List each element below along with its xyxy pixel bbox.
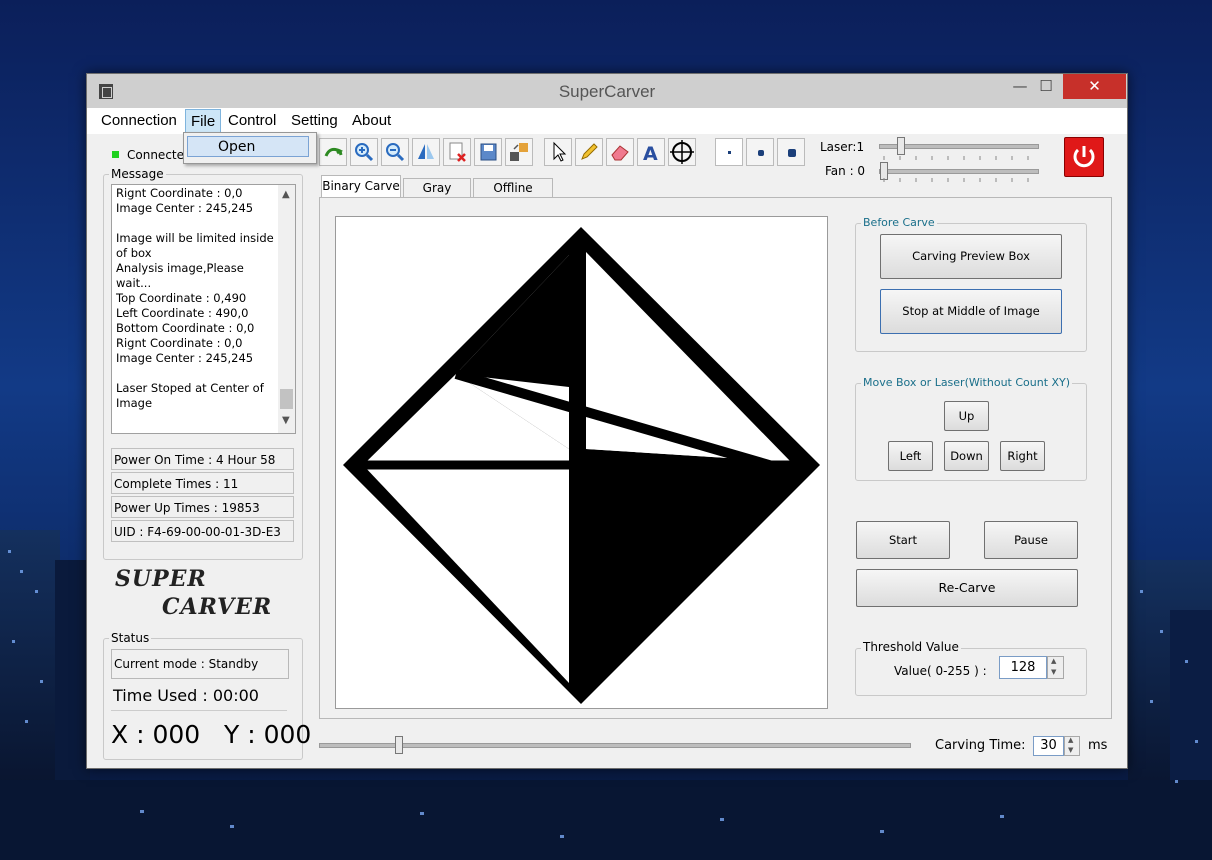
slider-ticks [883, 156, 1029, 182]
pencil-icon[interactable] [575, 138, 603, 166]
power-icon [1073, 146, 1095, 168]
title-bar: SuperCarver — ☐ ✕ [87, 74, 1127, 108]
tab-offline-carve[interactable]: Offline Carve [473, 178, 553, 214]
close-button[interactable]: ✕ [1063, 74, 1126, 99]
connection-status: Connected [127, 148, 192, 162]
menu-control[interactable]: Control [228, 112, 276, 129]
carving-time-input[interactable]: 30 [1033, 736, 1064, 756]
file-dropdown: Open [183, 132, 317, 164]
down-button[interactable]: Down [944, 441, 989, 471]
complete-times: Complete Times : 11 [111, 472, 294, 494]
point-size-medium[interactable] [746, 138, 774, 166]
carving-time-unit: ms [1088, 738, 1108, 753]
flip-icon[interactable] [412, 138, 440, 166]
refresh-icon[interactable] [319, 138, 347, 166]
laser-label: Laser:1 [820, 140, 865, 154]
message-log[interactable]: Rignt Coordinate : 0,0 Image Center : 24… [111, 184, 296, 434]
pointer-icon[interactable] [544, 138, 572, 166]
scroll-up-icon[interactable]: ▲ [282, 189, 290, 200]
threshold-value-label: Value( 0-255 ) : [894, 664, 987, 678]
threshold-input[interactable]: 128 [999, 656, 1047, 679]
log-line: Image [116, 396, 153, 410]
uid: UID : F4-69-00-00-01-3D-E3 [111, 520, 294, 542]
scroll-thumb[interactable] [280, 389, 293, 409]
current-mode: Current mode : Standby [111, 649, 289, 679]
carving-time-slider[interactable] [319, 743, 911, 748]
spin-down-icon[interactable]: ▼ [1068, 746, 1073, 754]
log-line: Left Coordinate : 490,0 [116, 306, 249, 320]
fan-label: Fan : 0 [825, 164, 866, 178]
tab-binary-carve[interactable]: Binary Carve [321, 175, 401, 197]
spin-down-icon[interactable]: ▼ [1051, 668, 1056, 676]
carve-image [343, 227, 820, 704]
maximize-button[interactable]: ☐ [1031, 74, 1061, 99]
right-button[interactable]: Right [1000, 441, 1045, 471]
power-on-time: Power On Time : 4 Hour 58 Min [111, 448, 294, 489]
log-line: wait... [116, 276, 152, 290]
point-size-small[interactable] [715, 138, 743, 166]
point-size-large[interactable] [777, 138, 805, 166]
carve-image-canvas[interactable] [335, 216, 828, 709]
status-label: Status [109, 631, 152, 645]
pause-button[interactable]: Pause [984, 521, 1078, 559]
zoom-in-icon[interactable] [350, 138, 378, 166]
carving-preview-button[interactable]: Carving Preview Box [880, 234, 1062, 279]
left-button[interactable]: Left [888, 441, 933, 471]
time-used: Time Used : 00:00 [111, 682, 287, 711]
log-line: Image will be limited inside [116, 231, 274, 245]
threshold-spinner[interactable]: ▲ ▼ [1047, 656, 1064, 679]
log-line: Rignt Coordinate : 0,0 [116, 186, 243, 200]
power-button[interactable] [1064, 137, 1104, 177]
log-line: Image Center : 245,245 [116, 201, 254, 215]
move-label: Move Box or Laser(Without Count XY) [861, 376, 1073, 389]
log-line: Image Center : 245,245 [116, 351, 254, 365]
menu-connection[interactable]: Connection [101, 112, 177, 129]
menu-item-open[interactable]: Open [187, 136, 309, 157]
log-line: Laser Stoped at Center of [116, 381, 264, 395]
logo-line2: CARVER [162, 594, 273, 620]
transform-icon[interactable] [505, 138, 533, 166]
log-line: of box [116, 246, 152, 260]
xy-coordinates: X : 000 Y : 000 [111, 720, 312, 749]
stop-middle-button[interactable]: Stop at Middle of Image [880, 289, 1062, 334]
window-title: SuperCarver [558, 82, 656, 101]
log-line: Bottom Coordinate : 0,0 [116, 321, 255, 335]
threshold-label: Threshold Value [861, 640, 961, 654]
menu-bar: Connection File Control Setting About [87, 108, 1127, 134]
spin-up-icon[interactable]: ▲ [1051, 657, 1056, 665]
message-scrollbar[interactable]: ▲ ▼ [278, 185, 295, 433]
message-label: Message [109, 167, 166, 181]
start-button[interactable]: Start [856, 521, 950, 559]
app-window: SuperCarver — ☐ ✕ Connection File Contro… [86, 73, 1128, 769]
crosshair-icon[interactable] [668, 138, 696, 166]
menu-about[interactable]: About [352, 112, 391, 129]
carving-time-slider-thumb[interactable] [394, 736, 403, 754]
log-line: Rignt Coordinate : 0,0 [116, 336, 243, 350]
up-button[interactable]: Up [944, 401, 989, 431]
delete-icon[interactable] [443, 138, 471, 166]
power-up-times: Power Up Times : 19853 [111, 496, 294, 518]
recarve-button[interactable]: Re-Carve [856, 569, 1078, 607]
zoom-out-icon[interactable] [381, 138, 409, 166]
menu-setting[interactable]: Setting [291, 112, 338, 129]
logo-line1: SUPER [115, 566, 207, 592]
log-line: Top Coordinate : 0,490 [116, 291, 247, 305]
spin-up-icon[interactable]: ▲ [1068, 736, 1073, 744]
tab-gray-carve[interactable]: Gray Carve [403, 178, 471, 214]
menu-file[interactable]: File [185, 109, 222, 134]
scroll-down-icon[interactable]: ▼ [282, 415, 290, 426]
carving-time-spinner[interactable]: ▲ ▼ [1064, 736, 1080, 756]
carving-time-label: Carving Time: [935, 738, 1026, 753]
before-carve-label: Before Carve [861, 216, 937, 229]
save-icon[interactable] [474, 138, 502, 166]
eraser-icon[interactable] [606, 138, 634, 166]
text-icon[interactable]: A [637, 138, 665, 166]
connection-status-icon [112, 151, 119, 158]
log-line: Analysis image,Please [116, 261, 244, 275]
svg-text:A: A [643, 143, 658, 165]
